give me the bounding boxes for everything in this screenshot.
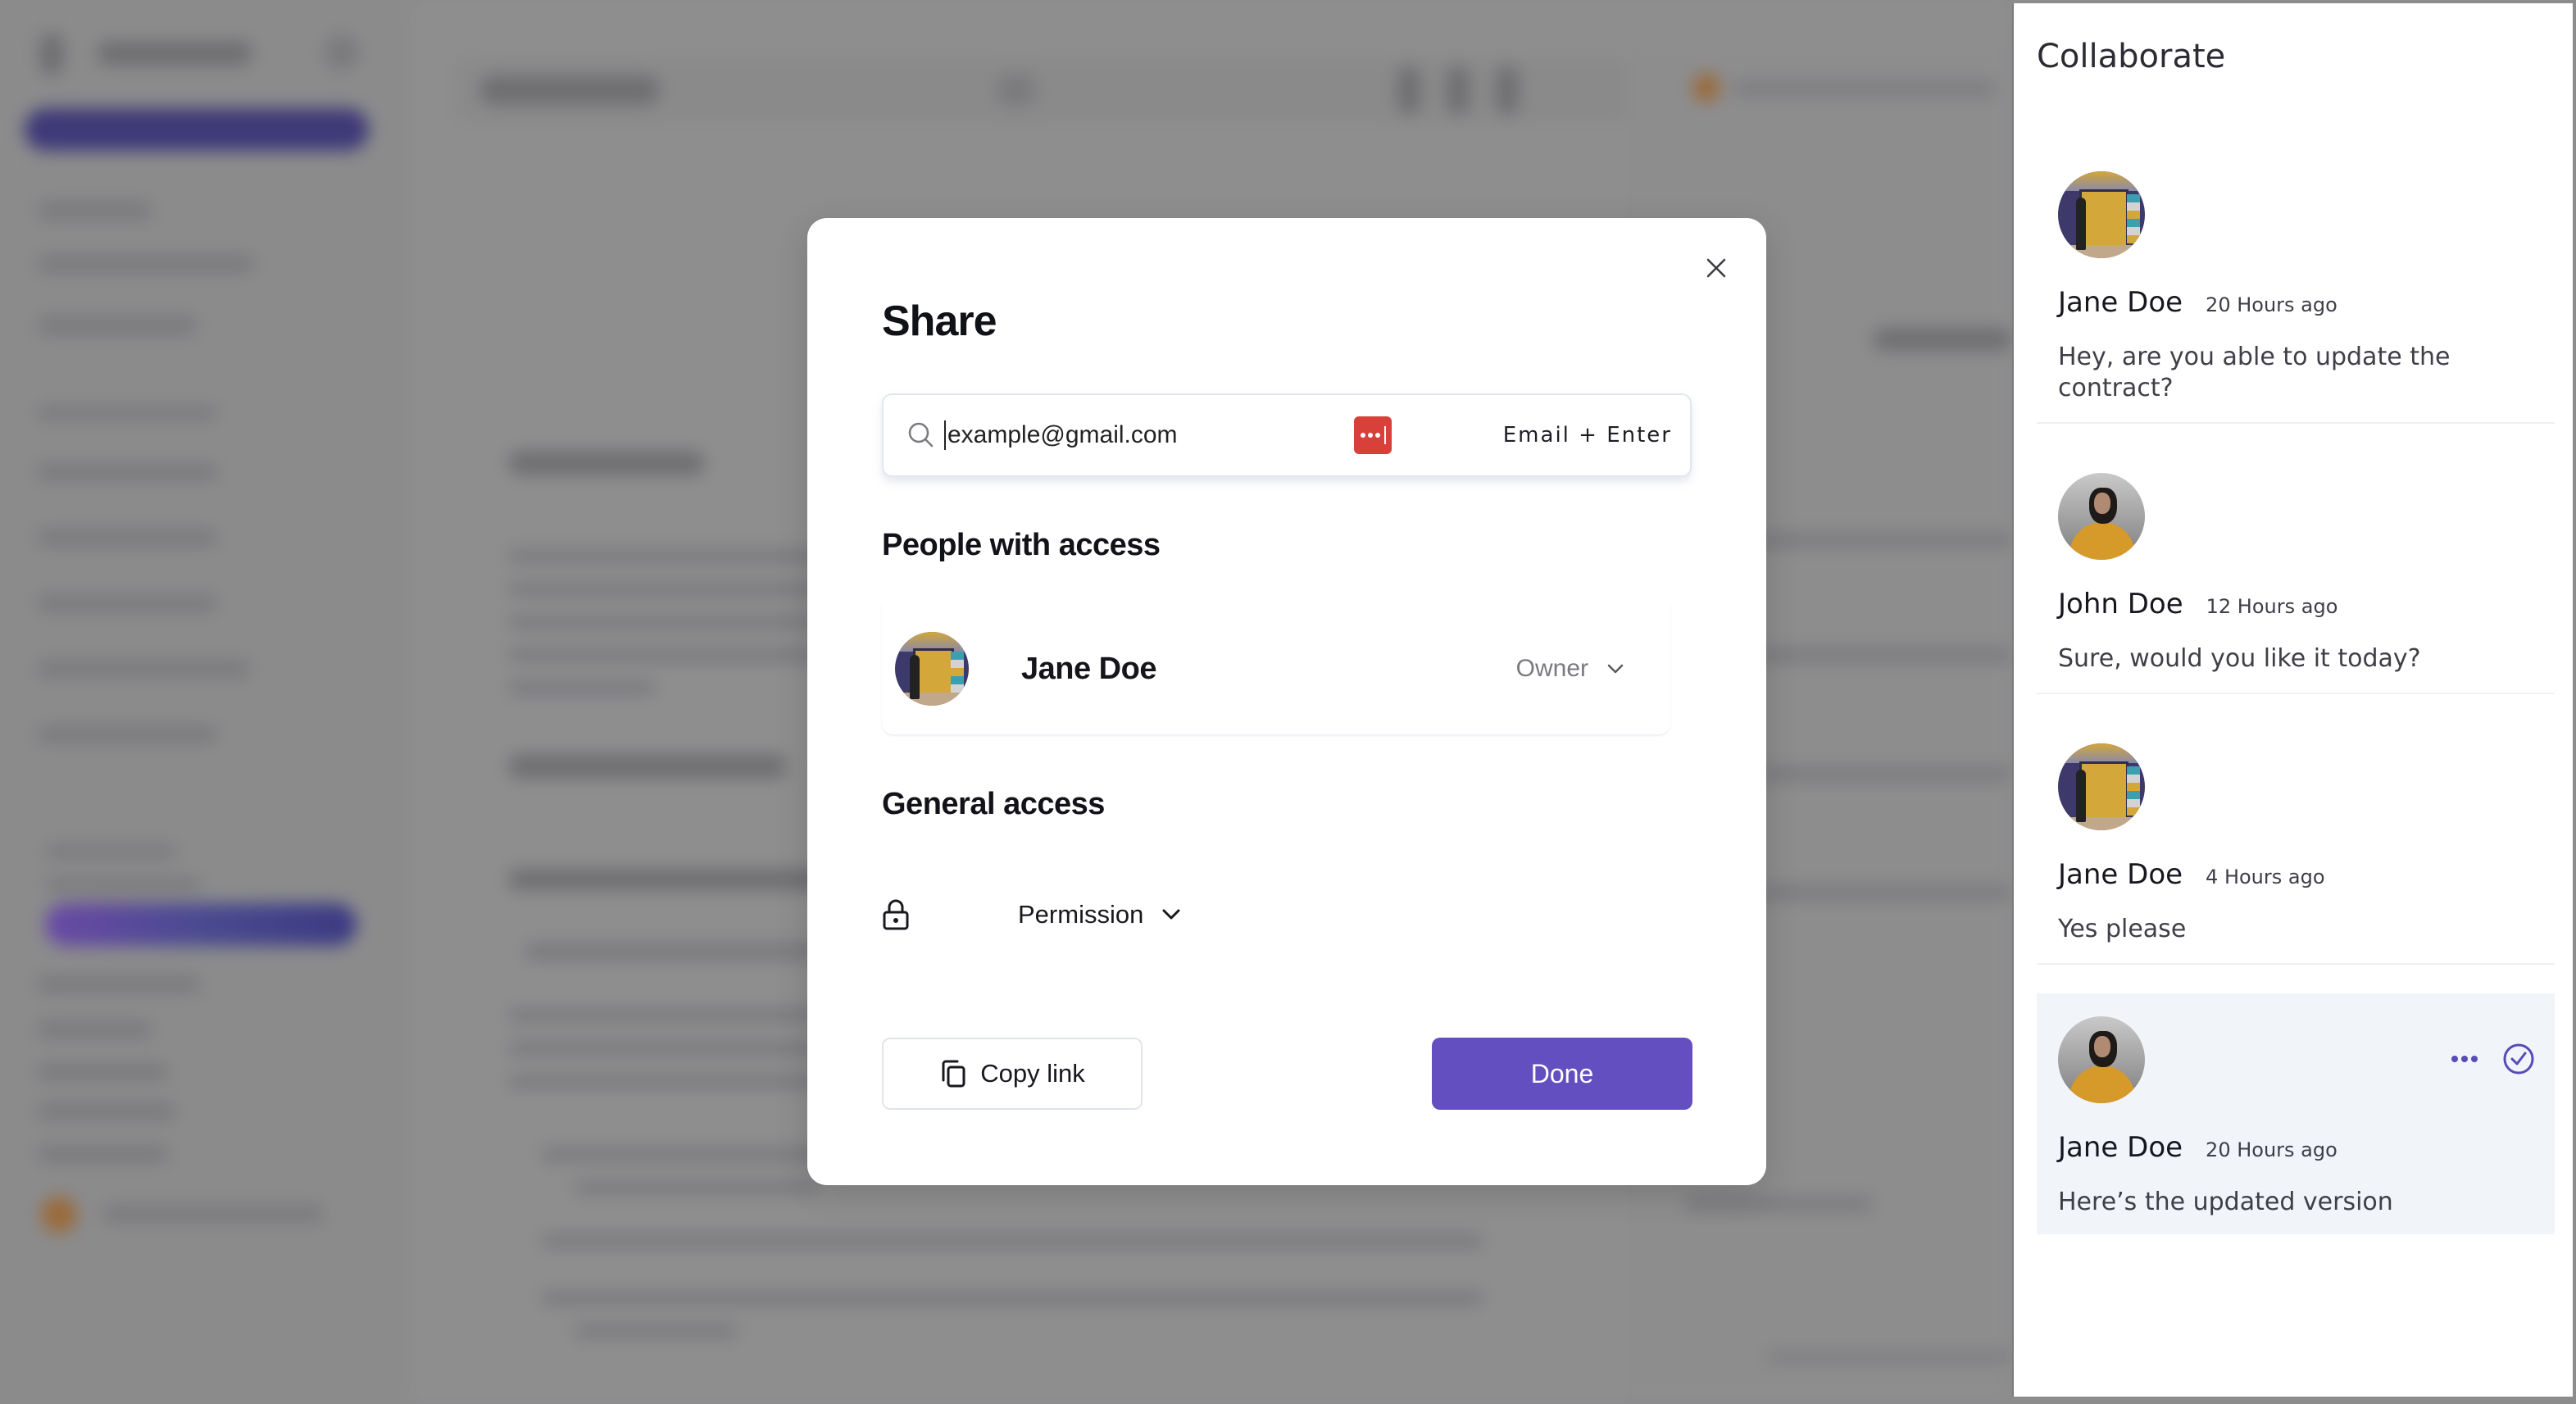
comment-text: Yes please — [2058, 915, 2187, 943]
bg-nav-item — [37, 1020, 152, 1038]
close-button[interactable] — [1699, 251, 1733, 285]
chevron-down-icon — [1607, 664, 1624, 674]
bg-upgrade-button — [45, 903, 357, 946]
close-icon — [1706, 258, 1726, 278]
bg-avatar — [1692, 74, 1720, 102]
comment-time: 20 Hours ago — [2206, 293, 2337, 316]
person-row: Jane Doe Owner — [882, 603, 1670, 734]
comment-author: Jane Doe — [2058, 1131, 2183, 1164]
bg-logo-text — [97, 41, 252, 66]
bg-doc-title — [479, 75, 660, 105]
bg-logo-icon — [39, 33, 64, 75]
role-label: Owner — [1515, 655, 1588, 682]
bg-nav-item — [37, 1102, 176, 1120]
invite-search-field[interactable]: Email + Enter — [882, 393, 1692, 477]
background-sidebar — [0, 0, 410, 1404]
comment-item[interactable]: Jane Doe 4 Hours ago Yes please — [2037, 743, 2555, 965]
comment-time: 4 Hours ago — [2206, 866, 2325, 888]
bg-nav-item — [37, 529, 217, 547]
bg-heading — [508, 451, 705, 475]
bg-user-name — [102, 1205, 324, 1223]
chevron-down-icon — [1162, 909, 1180, 920]
bg-nav-item — [37, 725, 217, 743]
bg-dropdown — [996, 74, 1037, 107]
bg-usage-row — [45, 877, 201, 892]
bg-section-label — [37, 406, 217, 420]
comment-text: Hey, are you able to update the contract… — [2058, 343, 2451, 402]
bg-nav-item — [37, 316, 197, 335]
bg-message-input — [1684, 1197, 1873, 1211]
avatar — [2058, 743, 2145, 830]
permission-label: Permission — [1018, 900, 1144, 929]
comment-item-active[interactable]: Jane Doe 20 Hours ago Here’s the updated… — [2037, 993, 2555, 1234]
bg-pane-line — [1758, 885, 2012, 900]
bg-nav-item — [37, 594, 217, 612]
bg-pane-heading — [1873, 328, 2012, 351]
comment-item[interactable]: Jane Doe 20 Hours ago Hey, are you able … — [2037, 171, 2555, 424]
comment-text: Here’s the updated version — [2058, 1188, 2393, 1216]
bg-nav-item — [37, 201, 152, 220]
share-dialog: Share Email + Enter People with access J… — [807, 218, 1766, 1185]
avatar — [895, 632, 969, 706]
bg-list-line — [574, 1180, 820, 1195]
comment-author: Jane Doe — [2058, 286, 2183, 319]
copy-link-button[interactable]: Copy link — [882, 1038, 1143, 1110]
bg-primary-button — [25, 108, 369, 151]
bg-footer-text — [1766, 1352, 2012, 1362]
comment-time: 12 Hours ago — [2206, 595, 2338, 618]
person-name: Jane Doe — [1021, 651, 1156, 686]
comment-time: 20 Hours ago — [2206, 1138, 2337, 1161]
general-access-heading: General access — [882, 787, 1105, 821]
avatar — [2058, 473, 2145, 560]
avatar — [2058, 171, 2145, 258]
avatar — [2058, 1016, 2145, 1103]
bg-list-line — [541, 1234, 1483, 1248]
bg-usage-row — [45, 844, 176, 859]
comment-author: John Doe — [2058, 588, 2183, 620]
bg-list-line — [541, 1291, 1483, 1306]
bg-nav-item — [37, 463, 217, 481]
bg-pane-line — [1758, 533, 2012, 548]
bg-pane-line — [1758, 647, 2012, 662]
general-access-row: Permission — [882, 890, 1374, 939]
bg-tool-icon — [1496, 66, 1519, 115]
bg-user-avatar — [41, 1197, 77, 1233]
bg-nav-item — [37, 975, 201, 993]
email-input[interactable] — [944, 420, 1338, 450]
lock-icon — [883, 899, 909, 930]
bg-pane-line — [1758, 766, 2012, 781]
permission-dropdown[interactable]: Permission — [1018, 900, 1181, 929]
bg-nav-item — [37, 660, 250, 678]
comment-author: Jane Doe — [2058, 858, 2183, 891]
bg-nav-item — [37, 254, 254, 274]
collaborate-panel: Collaborate Jane Doe 20 Hours ago Hey, a… — [2012, 3, 2573, 1397]
search-icon — [908, 422, 934, 448]
bg-list-line — [574, 1324, 738, 1338]
bg-tool-icon — [1397, 66, 1420, 115]
password-manager-icon[interactable] — [1354, 416, 1392, 454]
bg-tool-icon — [1447, 66, 1470, 115]
comment-item[interactable]: John Doe 12 Hours ago Sure, would you li… — [2037, 473, 2555, 694]
done-button[interactable]: Done — [1432, 1038, 1692, 1110]
dialog-title: Share — [882, 298, 997, 345]
bg-nav-item — [37, 1063, 168, 1081]
bg-collapse-icon — [324, 34, 360, 70]
collaborate-title: Collaborate — [2037, 38, 2226, 75]
background-toolbar — [455, 57, 1627, 123]
copy-icon — [942, 1060, 965, 1088]
bg-paragraph-line — [508, 680, 656, 695]
more-horizontal-icon[interactable] — [2451, 1056, 2478, 1062]
role-dropdown[interactable]: Owner — [1516, 655, 1624, 683]
comment-text: Sure, would you like it today? — [2058, 644, 2421, 673]
input-hint: Email + Enter — [1502, 423, 1672, 448]
people-with-access-heading: People with access — [882, 528, 1161, 562]
copy-link-label: Copy link — [980, 1059, 1085, 1088]
check-circle-icon[interactable] — [2502, 1043, 2535, 1075]
bg-nav-item — [37, 1145, 168, 1163]
bg-collaborator-text — [1733, 82, 1996, 95]
bg-heading — [508, 754, 787, 779]
